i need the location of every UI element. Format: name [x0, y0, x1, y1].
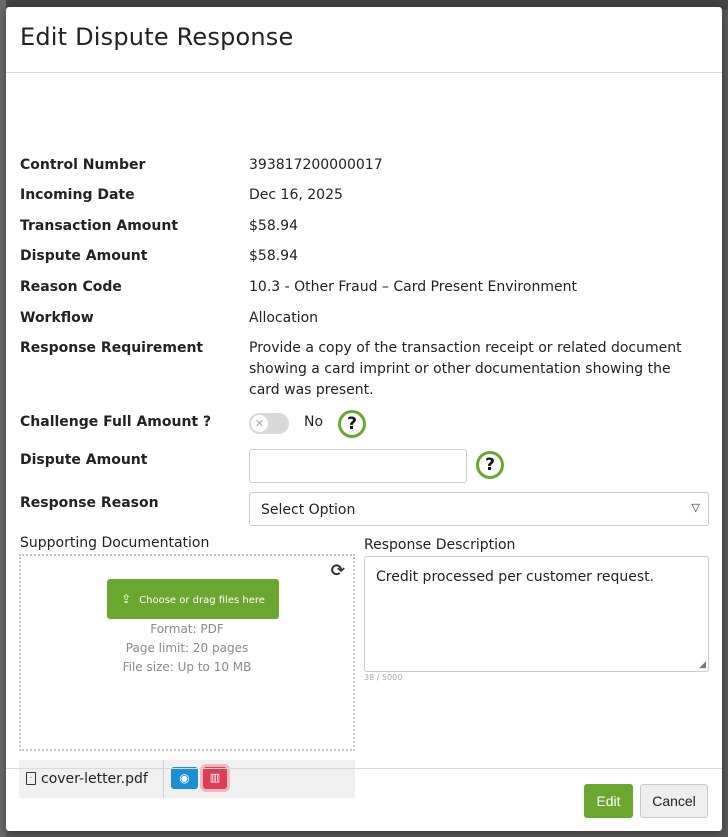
dialog-title: Edit Dispute Response	[20, 23, 294, 51]
detail-label: Dispute Amount	[20, 248, 148, 264]
detail-label: Incoming Date	[20, 187, 135, 203]
edit-button[interactable]: Edit	[584, 784, 633, 818]
dispute-amount-label: Dispute Amount	[20, 452, 148, 468]
detail-value: Provide a copy of the transaction receip…	[249, 340, 682, 398]
file-size-hint: File size: Up to 10 MB	[122, 660, 252, 674]
detail-label: Transaction Amount	[20, 218, 179, 234]
format-hint: Format: PDF	[150, 622, 224, 636]
response-reason-select[interactable]: Select Option ▽	[249, 492, 709, 526]
detail-label: Workflow	[20, 310, 94, 326]
resize-handle-icon[interactable]: ◢	[699, 660, 706, 670]
response-description-text: Credit processed per customer request.	[376, 569, 655, 585]
response-description-textarea[interactable]: Credit processed per customer request. ◢	[364, 556, 709, 672]
detail-value: 10.3 - Other Fraud – Card Present Enviro…	[249, 279, 577, 295]
page-limit-hint: Page limit: 20 pages	[125, 641, 249, 655]
dialog-header: Edit Dispute Response	[6, 7, 722, 73]
question-circle-icon[interactable]: ?	[476, 451, 504, 479]
choose-files-label: Choose or drag files here	[139, 595, 265, 606]
upload-icon: ⇪	[121, 592, 132, 606]
detail-label: Reason Code	[20, 279, 122, 295]
detail-value: Dec 16, 2025	[249, 187, 343, 203]
character-count: 38 / 5000	[364, 673, 403, 682]
supporting-documentation-label: Supporting Documentation	[20, 535, 210, 551]
dialog-footer: Edit Cancel	[6, 768, 722, 831]
challenge-full-amount-toggle[interactable]: ✕	[249, 413, 289, 434]
toggle-state-label: No	[304, 414, 324, 430]
detail-value: Allocation	[249, 310, 319, 326]
refresh-icon[interactable]: ⟳	[331, 561, 345, 581]
choose-files-button[interactable]: ⇪ Choose or drag files here	[107, 579, 279, 619]
dispute-amount-input[interactable]	[249, 449, 467, 483]
detail-value: $58.94	[249, 218, 298, 234]
caret-down-icon: ▽	[691, 501, 700, 514]
response-description-label: Response Description	[364, 537, 516, 553]
detail-label: Response Requirement	[20, 340, 204, 356]
edit-dispute-response-dialog: Edit Dispute Response Control Number 393…	[6, 7, 722, 831]
toggle-off-icon: ✕	[251, 415, 268, 432]
challenge-full-amount-label: Challenge Full Amount ?	[20, 414, 212, 430]
response-reason-selected-value: Select Option	[261, 502, 356, 518]
detail-label: Control Number	[20, 157, 146, 173]
detail-value: 393817200000017	[249, 157, 383, 173]
question-circle-icon[interactable]: ?	[338, 410, 366, 438]
file-dropzone[interactable]: ⟳ ⇪ Choose or drag files here Format: PDF…	[19, 554, 355, 751]
cancel-button[interactable]: Cancel	[640, 784, 708, 818]
detail-value: $58.94	[249, 248, 298, 264]
response-reason-label: Response Reason	[20, 495, 159, 511]
